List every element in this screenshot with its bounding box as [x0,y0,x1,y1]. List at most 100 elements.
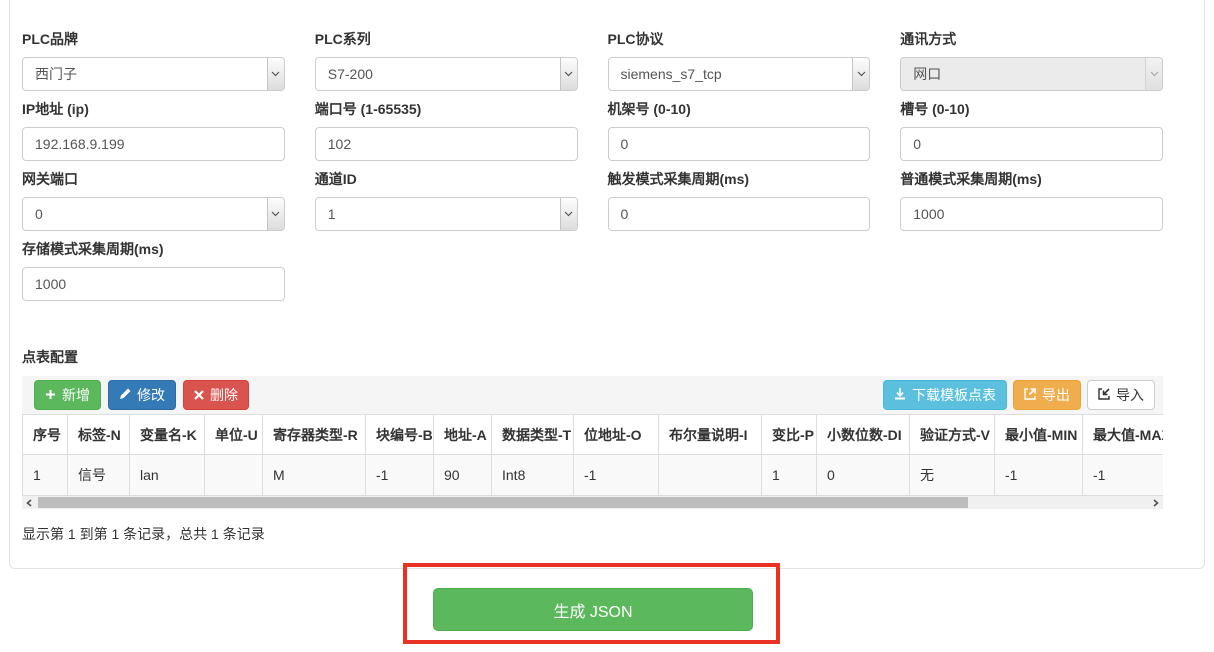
import-button[interactable]: 导入 [1087,380,1155,410]
comm-mode-value: 网口 [901,58,1145,90]
download-template-button[interactable]: 下载模板点表 [883,380,1007,410]
chevron-down-icon [560,58,577,90]
plc-brand-select[interactable]: 西门子 [22,57,285,91]
pencil-icon [119,387,131,403]
cell-address: 90 [434,455,492,496]
plc-brand-label: PLC品牌 [22,29,285,49]
cell-bitaddr: -1 [574,455,659,496]
cell-decimals: 0 [817,455,910,496]
slot-number-label: 槽号 (0-10) [900,99,1163,119]
table-row[interactable]: 1 信号 lan M -1 90 Int8 -1 1 0 无 -1 [23,455,1164,496]
field-ip-address: IP地址 (ip) [22,99,285,161]
scrollbar-thumb[interactable] [38,497,968,508]
col-index: 序号 [23,415,68,455]
export-icon [1024,387,1036,403]
field-normal-cycle: 普通模式采集周期(ms) [900,169,1163,231]
plc-series-label: PLC系列 [315,29,578,49]
trigger-cycle-label: 触发模式采集周期(ms) [608,169,871,189]
chevron-down-icon [267,58,284,90]
col-label-n: 标签-N [68,415,130,455]
channel-id-value: 1 [316,198,560,230]
normal-cycle-input[interactable] [900,197,1163,231]
col-block-b: 块编号-B [366,415,434,455]
cell-label: 信号 [68,455,130,496]
col-bool-desc-i: 布尔量说明-I [659,415,762,455]
gateway-port-label: 网关端口 [22,169,285,189]
field-gateway-port: 网关端口 0 [22,169,285,231]
chevron-down-icon [267,198,284,230]
cell-bool-desc [659,455,762,496]
plc-protocol-label: PLC协议 [608,29,871,49]
port-input[interactable] [315,127,578,161]
add-button-label: 新增 [62,385,90,405]
download-icon [894,387,906,403]
cell-register-type: M [263,455,366,496]
import-icon [1098,387,1110,403]
edit-button[interactable]: 修改 [108,380,176,410]
config-panel: PLC品牌 西门子 PLC系列 S7-200 PLC协议 siemens_s7_… [9,0,1205,569]
scrollbar-track[interactable] [36,496,1149,509]
normal-cycle-label: 普通模式采集周期(ms) [900,169,1163,189]
plc-series-select[interactable]: S7-200 [315,57,578,91]
cell-index: 1 [23,455,68,496]
gateway-port-select[interactable]: 0 [22,197,285,231]
chevron-right-icon[interactable] [1149,496,1163,509]
channel-id-select[interactable]: 1 [315,197,578,231]
col-bitaddr-o: 位地址-O [574,415,659,455]
chevron-down-icon [852,58,869,90]
delete-button-label: 删除 [210,385,238,405]
cell-block: -1 [366,455,434,496]
field-comm-mode: 通讯方式 网口 [900,29,1163,91]
col-register-type-r: 寄存器类型-R [263,415,366,455]
col-decimals-di: 小数位数-DI [817,415,910,455]
cell-ratio: 1 [762,455,817,496]
cell-unit [205,455,263,496]
records-summary: 显示第 1 到第 1 条记录，总共 1 条记录 [22,524,1163,544]
trigger-cycle-input[interactable] [608,197,871,231]
rack-number-input[interactable] [608,127,871,161]
col-min: 最小值-MIN [995,415,1083,455]
plc-series-value: S7-200 [316,58,560,90]
chevron-left-icon[interactable] [22,496,36,509]
slot-number-input[interactable] [900,127,1163,161]
rack-number-label: 机架号 (0-10) [608,99,871,119]
ip-address-input[interactable] [22,127,285,161]
import-button-label: 导入 [1116,385,1144,405]
delete-button[interactable]: 删除 [183,380,249,410]
col-varname-k: 变量名-K [130,415,205,455]
port-label: 端口号 (1-65535) [315,99,578,119]
generate-json-button[interactable]: 生成 JSON [433,588,753,631]
storage-cycle-label: 存储模式采集周期(ms) [22,239,285,259]
ip-address-label: IP地址 (ip) [22,99,285,119]
table-header-row: 序号 标签-N 变量名-K 单位-U 寄存器类型-R 块编号-B 地址-A 数据… [23,415,1164,455]
edit-button-label: 修改 [137,385,165,405]
point-table: 序号 标签-N 变量名-K 单位-U 寄存器类型-R 块编号-B 地址-A 数据… [22,414,1163,496]
col-ratio-p: 变比-P [762,415,817,455]
gateway-port-value: 0 [23,198,267,230]
x-icon [194,387,204,403]
cell-verify: 无 [910,455,995,496]
col-max: 最大值-MAX [1083,415,1164,455]
chevron-down-icon [1145,58,1162,90]
export-button[interactable]: 导出 [1013,380,1081,410]
field-plc-brand: PLC品牌 西门子 [22,29,285,91]
download-template-label: 下载模板点表 [912,385,996,405]
export-button-label: 导出 [1042,385,1070,405]
plc-protocol-select[interactable]: siemens_s7_tcp [608,57,871,91]
storage-cycle-input[interactable] [22,267,285,301]
col-datatype-t: 数据类型-T [492,415,574,455]
point-table-toolbar: 新增 修改 删除 下载模板点表 导出 [22,376,1163,414]
field-plc-series: PLC系列 S7-200 [315,29,578,91]
horizontal-scrollbar[interactable] [22,496,1163,509]
comm-mode-select: 网口 [900,57,1163,91]
cell-varname: lan [130,455,205,496]
field-slot-number: 槽号 (0-10) [900,99,1163,161]
chevron-down-icon [560,198,577,230]
add-button[interactable]: 新增 [34,380,101,410]
plus-icon [45,387,56,403]
cell-max: -1 [1083,455,1164,496]
plc-config-form: PLC品牌 西门子 PLC系列 S7-200 PLC协议 siemens_s7_… [22,29,1163,309]
field-channel-id: 通道ID 1 [315,169,578,231]
field-port: 端口号 (1-65535) [315,99,578,161]
cell-min: -1 [995,455,1083,496]
